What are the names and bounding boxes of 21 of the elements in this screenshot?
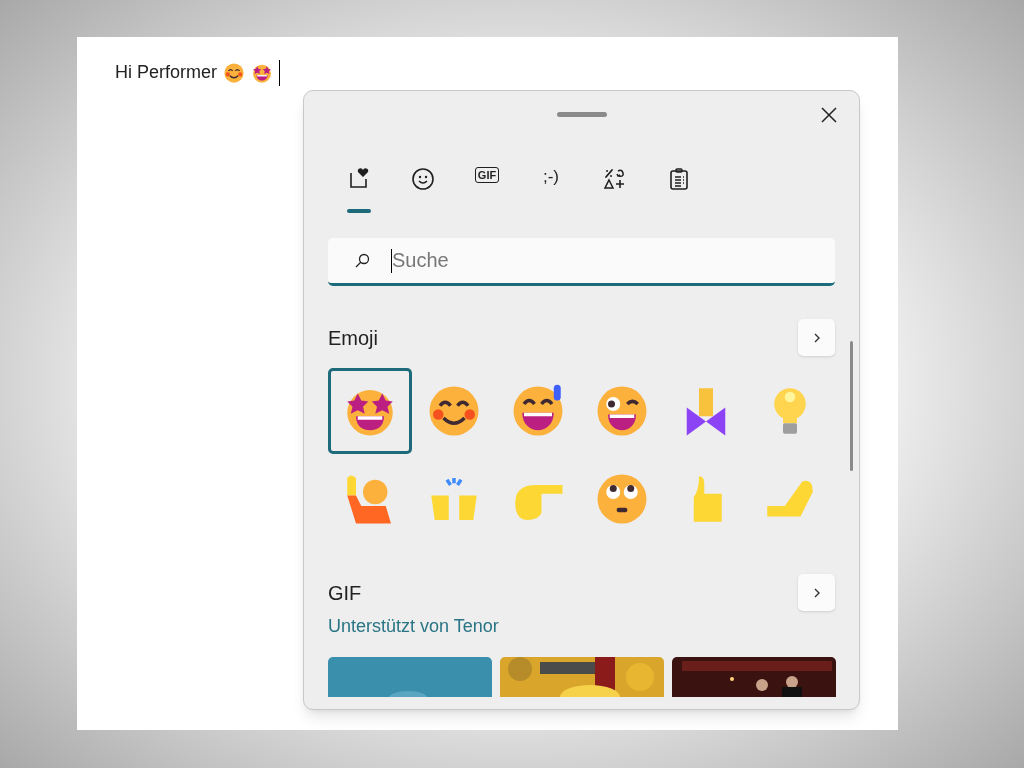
smiling-face-icon — [223, 61, 245, 84]
scrollbar-thumb[interactable] — [850, 341, 853, 471]
category-tab[interactable]: GIF — [462, 163, 512, 213]
document-text: Hi Performer — [115, 61, 217, 84]
text-cursor — [391, 249, 392, 273]
section-title: GIF — [328, 580, 362, 606]
gif-label: GIF — [474, 167, 500, 183]
kaomoji-label: ;-) — [542, 167, 559, 187]
tenor-link[interactable]: Unterstützt von Tenor — [328, 613, 835, 640]
category-tab[interactable]: ;-) — [526, 163, 576, 213]
section-title: Emoji — [328, 325, 378, 351]
smiley-icon — [411, 167, 435, 191]
tab-indicator — [347, 209, 371, 213]
symbols-icon — [603, 167, 627, 191]
close-icon — [821, 107, 837, 123]
clipboard-icon — [667, 167, 691, 191]
text-cursor — [279, 59, 280, 86]
search-icon — [354, 253, 370, 269]
search-field[interactable]: Suche — [328, 238, 835, 286]
drag-handle[interactable] — [556, 111, 607, 117]
heart-box-icon — [347, 167, 371, 191]
